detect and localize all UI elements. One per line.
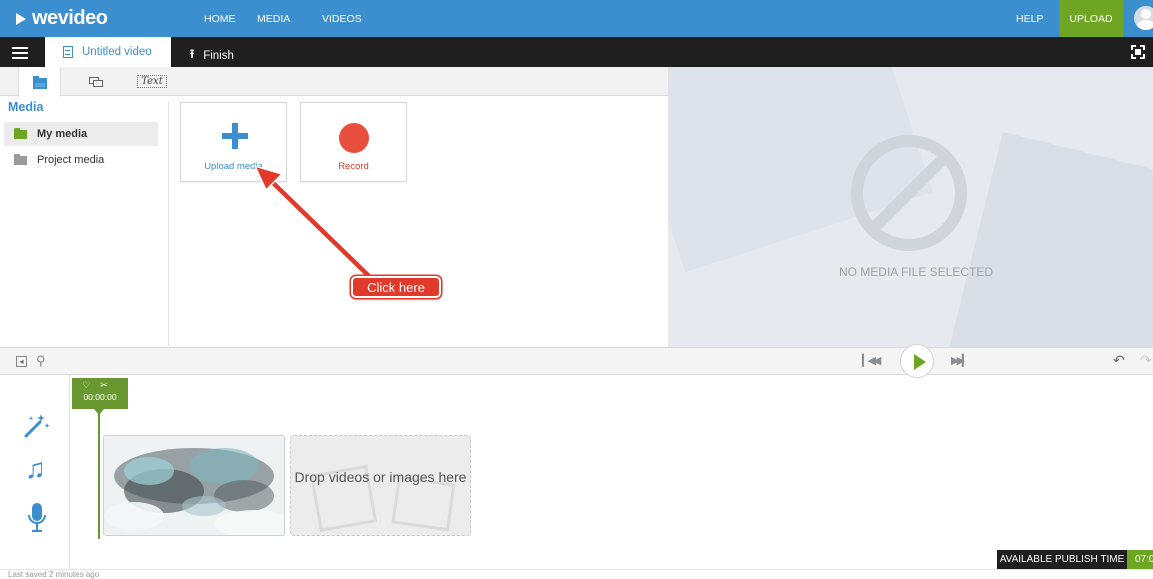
upload-media-card[interactable]: Upload media — [180, 102, 287, 182]
plus-icon — [222, 123, 248, 149]
available-publish-time-label: AVAILABLE PUBLISH TIME — [997, 550, 1127, 569]
folder-green-icon — [14, 127, 27, 139]
media-folder-icon — [32, 75, 47, 89]
sidebar-item-project-media[interactable]: Project media — [4, 148, 158, 172]
top-navbar: wevideo HOME MEDIA VIDEOS HELP UPLOAD — [0, 0, 1153, 37]
music-note-icon[interactable]: ♫ — [25, 455, 46, 483]
avatar-body — [1137, 20, 1153, 30]
logo-arrow-icon — [16, 12, 26, 25]
nav-videos-link[interactable]: VIDEOS — [322, 13, 362, 25]
project-title-tab[interactable]: Untitled video — [45, 37, 171, 67]
record-card[interactable]: Record — [300, 102, 407, 182]
finish-button[interactable]: ⭱ Finish — [190, 45, 234, 66]
tab-text[interactable]: Text — [132, 67, 172, 96]
undo-icon[interactable]: ↶ — [1113, 352, 1125, 369]
help-link[interactable]: HELP — [1016, 13, 1043, 25]
playhead-tip — [94, 409, 104, 415]
publish-time-value: 07:00 — [1127, 550, 1153, 569]
upload-arrow-icon: ⭱ — [190, 47, 195, 61]
zoom-search-icon[interactable]: ⚲ — [36, 353, 46, 369]
status-bar — [0, 569, 1153, 577]
click-here-callout: Click here — [351, 276, 441, 298]
no-media-message: NO MEDIA FILE SELECTED — [838, 265, 994, 279]
drop-zone-film-icon — [309, 464, 456, 533]
menu-icon[interactable] — [12, 47, 28, 59]
transitions-icon — [89, 76, 103, 87]
last-saved-text: Last saved 2 minutes ago — [8, 570, 100, 579]
wevideo-logo[interactable]: wevideo — [16, 7, 108, 30]
microphone-icon[interactable] — [28, 503, 46, 533]
timeline-toolbar — [0, 347, 1153, 375]
folder-gray-icon — [14, 153, 27, 165]
finish-label: Finish — [203, 49, 234, 62]
clip-thumbnail — [104, 436, 284, 535]
upload-button[interactable]: UPLOAD — [1059, 0, 1123, 37]
tab-media[interactable] — [18, 67, 61, 97]
playhead-line[interactable] — [98, 409, 100, 539]
user-avatar[interactable] — [1134, 6, 1153, 30]
avatar-head — [1141, 9, 1151, 19]
text-tab-label: Text — [137, 75, 167, 88]
drop-zone[interactable]: Drop videos or images here — [290, 435, 471, 536]
sidebar-divider — [168, 102, 169, 346]
playhead-icons: ♡✂ — [82, 380, 118, 390]
upload-media-label: Upload media — [204, 161, 263, 172]
nav-media-link[interactable]: MEDIA — [257, 13, 290, 25]
collapse-panel-icon[interactable]: ◂ — [16, 356, 27, 367]
nav-home-link[interactable]: HOME — [204, 13, 236, 25]
sidebar-item-my-media[interactable]: My media — [4, 122, 158, 146]
record-label: Record — [338, 161, 369, 172]
redo-icon[interactable]: ↷ — [1140, 352, 1152, 369]
playhead-time: 00:00:00 — [83, 392, 117, 402]
play-button[interactable] — [900, 344, 934, 378]
film-icon — [63, 46, 73, 58]
media-sidebar-title: Media — [8, 100, 44, 114]
skip-to-end-icon[interactable]: ▶▶▎ — [951, 354, 970, 367]
logo-text: wevideo — [32, 7, 108, 29]
record-dot-icon — [339, 123, 369, 153]
skip-to-start-icon[interactable]: ▎◀◀ — [862, 354, 881, 367]
playhead-marker[interactable]: ♡✂ 00:00:00 — [72, 378, 128, 409]
project-title: Untitled video — [82, 46, 152, 58]
tab-transitions[interactable] — [78, 67, 114, 96]
magic-wand-icon[interactable] — [22, 412, 50, 440]
sidebar-item-label: My media — [37, 128, 88, 140]
fullscreen-icon[interactable] — [1130, 44, 1146, 60]
timeline-clip[interactable] — [103, 435, 285, 536]
sidebar-item-label: Project media — [37, 154, 105, 166]
editor-toolbar — [0, 37, 1153, 67]
no-media-icon — [851, 135, 967, 251]
drop-zone-text: Drop videos or images here — [294, 469, 467, 485]
